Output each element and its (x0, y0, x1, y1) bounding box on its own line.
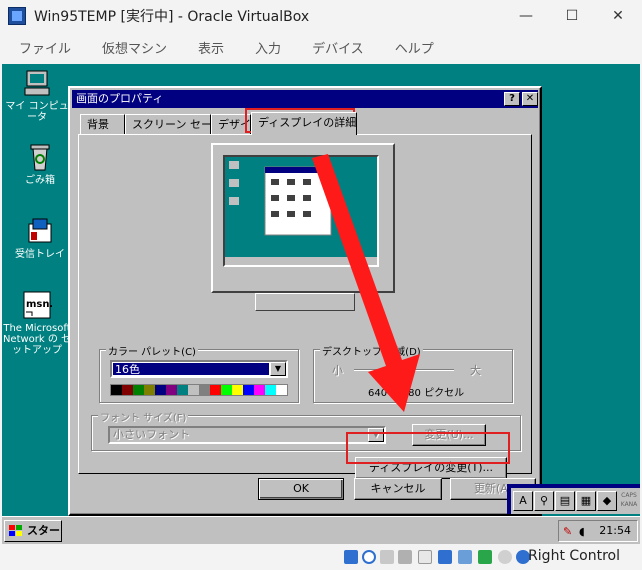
font-size-label: フォント サイズ(F) (98, 409, 189, 424)
dropdown-arrow-icon[interactable]: ▼ (368, 428, 384, 442)
help-button[interactable]: ? (504, 92, 520, 106)
host-title-bar: Win95TEMP [実行中] - Oracle VirtualBox — ☐ … (0, 0, 642, 32)
recycle-bin-icon (25, 142, 55, 172)
network-icon[interactable] (458, 550, 472, 564)
desktop-icon-msn[interactable]: msn. The Microsoft Network の セットアップ (2, 290, 72, 356)
start-button[interactable]: スタート (4, 520, 62, 542)
desktop-area-max-label: 大 (470, 364, 481, 377)
win95-taskbar: スタート ✎ ◖ 21:54 (2, 516, 640, 544)
hard-disk-icon[interactable] (344, 550, 358, 564)
msn-icon: msn. (22, 290, 53, 320)
dialog-close-button[interactable]: ✕ (522, 92, 538, 106)
menu-devices[interactable]: デバイス (293, 38, 376, 57)
desktop-icon-label: ごみ箱 (25, 175, 55, 186)
display-icon[interactable] (438, 550, 452, 564)
shared-folder-icon[interactable] (418, 550, 432, 564)
color-swatch-strip (110, 384, 288, 396)
desktop-icon-label: マイ コンピュータ (5, 101, 69, 123)
windows-logo-icon (9, 525, 22, 536)
desktop-icon-label: 受信トレイ (15, 249, 65, 260)
virtualbox-icon (8, 7, 26, 25)
host-key-label: Right Control (528, 548, 620, 564)
font-size-change-button[interactable]: 変更(U)... (412, 424, 486, 446)
usb-icon[interactable] (478, 550, 492, 564)
recording-icon[interactable] (498, 550, 512, 564)
host-status-bar: Right Control (0, 544, 642, 570)
close-button[interactable]: ✕ (595, 0, 641, 32)
optical-drive-icon[interactable] (362, 550, 376, 564)
tab-display-settings[interactable]: ディスプレイの詳細 (251, 112, 357, 135)
red-arrow-annotation (312, 154, 420, 412)
desktop-icon-recycle-bin[interactable]: ごみ箱 (5, 142, 75, 186)
font-size-select[interactable]: 小さいフォント ▼ (108, 426, 386, 444)
menu-machine[interactable]: 仮想マシン (83, 38, 179, 57)
ime-toolbar: A ⚲ ▤ ▦ ◆ CAPS KANA (507, 484, 640, 514)
color-palette-select[interactable]: 16色 ▼ (110, 360, 288, 378)
tab-screen-saver[interactable]: スクリーン セーバー (125, 114, 234, 134)
minimize-button[interactable]: — (503, 0, 549, 32)
clock: 21:54 (599, 524, 631, 537)
tab-background[interactable]: 背景 (80, 114, 125, 134)
desktop-icon-my-computer[interactable]: マイ コンピュータ (2, 68, 72, 123)
computer-icon (22, 68, 52, 98)
menu-help[interactable]: ヘルプ (376, 38, 446, 57)
dialog-title: 画面のプロパティ (72, 90, 538, 108)
ime-caps-kana-indicator: CAPS KANA (620, 492, 638, 508)
desktop-icon-label: The Microsoft Network の セットアップ (2, 323, 72, 356)
menu-view[interactable]: 表示 (179, 38, 236, 57)
floppy-icon[interactable] (380, 550, 394, 564)
tab-design[interactable]: デザイン (211, 114, 251, 134)
color-palette-label: カラー パレット(C) (106, 343, 198, 358)
system-tray: ✎ ◖ 21:54 (558, 520, 638, 542)
pen-icon[interactable]: ✎ (563, 522, 572, 542)
menu-file[interactable]: ファイル (0, 38, 83, 57)
color-palette-value: 16色 (113, 363, 269, 376)
menu-input[interactable]: 入力 (236, 38, 293, 57)
cancel-button[interactable]: キャンセル (354, 478, 442, 500)
volume-icon[interactable]: ◖ (579, 522, 585, 542)
desktop-icon-inbox[interactable]: 受信トレイ (5, 216, 75, 260)
ime-search-icon[interactable]: ⚲ (534, 491, 554, 511)
change-display-button[interactable]: ディスプレイの変更(T)... (355, 457, 507, 479)
ime-dictionary-icon[interactable]: ▤ (555, 491, 575, 511)
inbox-icon (25, 216, 55, 246)
dropdown-arrow-icon[interactable]: ▼ (270, 362, 286, 376)
ime-pad-icon[interactable]: ▦ (576, 491, 596, 511)
maximize-button[interactable]: ☐ (549, 0, 595, 32)
start-label: スタート (27, 524, 60, 537)
font-size-value: 小さいフォント (113, 428, 190, 441)
color-palette-group: カラー パレット(C) 16色 ▼ (99, 343, 299, 403)
ime-mode-a-icon[interactable]: A (513, 491, 533, 511)
font-size-group: フォント サイズ(F) 小さいフォント ▼ 変更(U)... (91, 409, 521, 451)
ime-tool-icon[interactable]: ◆ (597, 491, 617, 511)
host-menu-bar: ファイル 仮想マシン 表示 入力 デバイス ヘルプ (0, 32, 642, 62)
svg-text:msn.: msn. (26, 299, 52, 310)
ok-button[interactable]: OK (258, 478, 344, 500)
host-window-title: Win95TEMP [実行中] - Oracle VirtualBox (34, 9, 310, 25)
audio-icon[interactable] (398, 550, 412, 564)
